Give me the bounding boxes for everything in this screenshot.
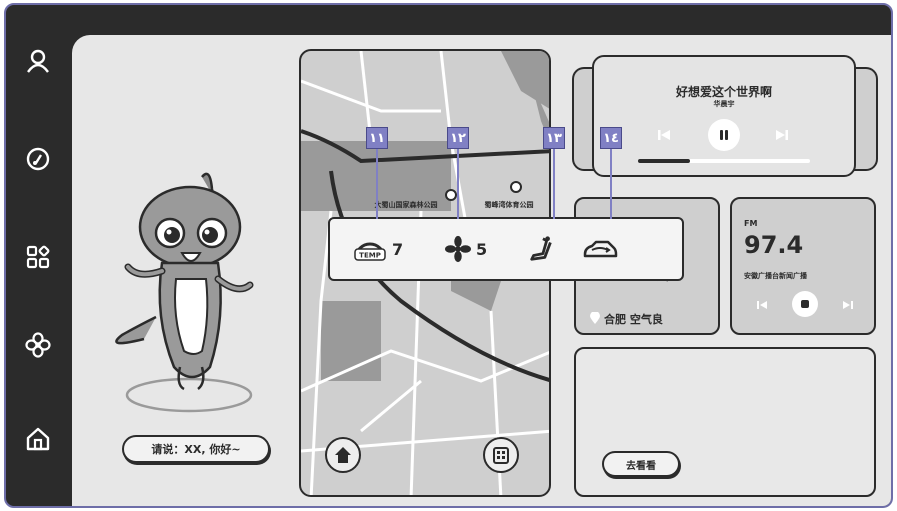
previous-station-icon[interactable] — [756, 299, 768, 311]
temperature-control[interactable]: TEMP 7 — [352, 233, 403, 265]
music-progress-bar[interactable] — [638, 159, 810, 163]
go-see-button[interactable]: 去看看 — [602, 451, 680, 477]
fan-icon — [25, 332, 51, 358]
marker-line — [553, 149, 555, 219]
marker-line — [610, 149, 612, 219]
air-circulation-control[interactable] — [582, 233, 618, 265]
pause-icon — [720, 130, 728, 140]
fan-speed-control[interactable]: 5 — [444, 233, 487, 265]
map-poi-label: 蜀峰湾体育公园 — [484, 201, 534, 209]
seat-icon — [530, 236, 552, 261]
sidebar-item-profile[interactable] — [24, 47, 52, 75]
song-title: 好想爱这个世界啊 — [675, 85, 772, 99]
sidebar — [6, 5, 72, 506]
music-progress-fill — [638, 159, 690, 163]
sidebar-item-climate[interactable] — [24, 331, 52, 359]
main-panel: 请说：XX, 你好~ 大蜀山国家森林公园 蜀峰湾体育公园 好想爱这个世界啊 华晨… — [72, 35, 891, 506]
temperature-icon: TEMP — [354, 242, 386, 261]
next-track-icon[interactable] — [774, 127, 790, 143]
home-icon — [26, 427, 50, 451]
climate-control-bar: TEMP 7 5 — [328, 217, 684, 281]
radio-band: FM — [744, 219, 758, 228]
map-home-button[interactable] — [325, 437, 361, 473]
radio-station: 安徽广播台新闻广播 — [744, 272, 807, 280]
song-artist: 华晨宇 — [713, 100, 735, 108]
promo-card: 去看看 — [574, 347, 876, 497]
annotation-marker: ١١ — [366, 127, 388, 149]
marker-line — [457, 149, 459, 219]
stop-icon — [801, 300, 809, 308]
sidebar-item-apps[interactable] — [24, 243, 52, 271]
app-frame: 请说：XX, 你好~ 大蜀山国家森林公园 蜀峰湾体育公园 好想爱这个世界啊 华晨… — [4, 3, 893, 508]
music-player: 好想爱这个世界啊 华晨宇 — [592, 55, 856, 177]
sidebar-item-home[interactable] — [24, 425, 52, 453]
building-icon — [493, 447, 509, 464]
person-icon — [27, 49, 49, 73]
home-icon — [335, 447, 351, 463]
sidebar-item-music[interactable] — [24, 145, 52, 173]
radio-card[interactable]: FM 97.4 安徽广播台新闻广播 — [730, 197, 876, 335]
next-station-icon[interactable] — [842, 299, 854, 311]
map-company-button[interactable] — [483, 437, 519, 473]
map-poi-label: 大蜀山国家森林公园 — [374, 201, 438, 209]
apps-grid-icon — [26, 245, 50, 269]
pause-button[interactable] — [708, 119, 740, 151]
annotation-marker: ١٤ — [600, 127, 622, 149]
svg-text:TEMP: TEMP — [359, 252, 381, 260]
location-pin-icon — [590, 312, 600, 324]
mascot-illustration — [115, 172, 254, 413]
radio-frequency: 97.4 — [744, 231, 804, 259]
previous-track-icon[interactable] — [656, 127, 672, 143]
marker-line — [376, 149, 378, 219]
radio-stop-button[interactable] — [792, 291, 818, 317]
fan-speed-value: 5 — [476, 239, 488, 259]
car-air-circulation-icon — [583, 240, 618, 258]
annotation-marker: ١٢ — [447, 127, 469, 149]
seat-heat-control[interactable] — [528, 233, 556, 265]
music-note-icon — [26, 147, 50, 171]
weather-location: 合肥 空气良 — [604, 313, 663, 326]
fan-icon — [444, 235, 472, 263]
temperature-value: 7 — [392, 239, 404, 259]
annotation-marker: ١٣ — [543, 127, 565, 149]
voice-prompt-button[interactable]: 请说：XX, 你好~ — [122, 435, 270, 463]
